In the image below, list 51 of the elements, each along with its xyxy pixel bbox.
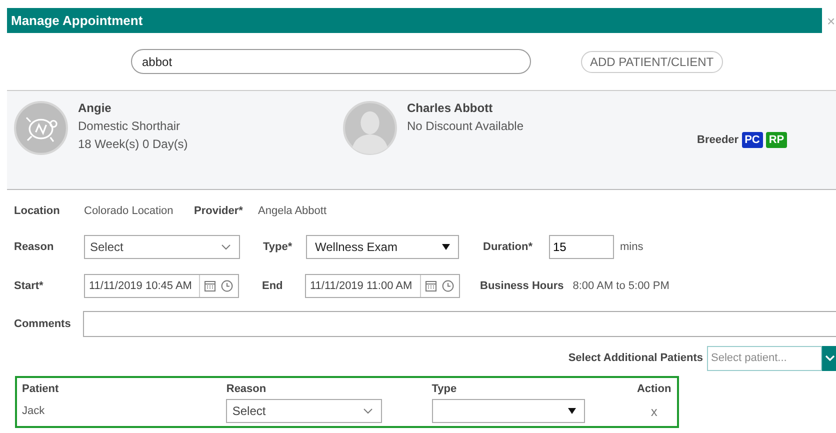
column-header: Action: [636, 383, 672, 395]
duration-field[interactable]: 15: [549, 235, 614, 259]
column-header: Patient: [22, 383, 60, 395]
chevron-down-icon: [363, 408, 374, 414]
column-header: Reason: [226, 383, 268, 395]
field-label: Select Additional Patients: [568, 352, 703, 364]
provider-value: Angela Abbott: [258, 205, 327, 217]
type-dropdown[interactable]: [432, 399, 585, 423]
chevron-down-icon: [824, 355, 834, 361]
discount-text: No Discount Available: [407, 119, 524, 133]
reason-dropdown[interactable]: Select: [84, 235, 240, 259]
location-value: Colorado Location: [84, 205, 174, 217]
start-datetime-field[interactable]: 11/11/2019 10:45 AM: [84, 274, 239, 298]
calendar-icon[interactable]: [425, 280, 437, 292]
field-label: Start*: [14, 280, 44, 292]
field-label: Location: [14, 205, 61, 217]
patient-breed: Domestic Shorthair: [78, 119, 182, 133]
clock-icon[interactable]: [221, 280, 233, 292]
duration-unit: mins: [620, 241, 644, 253]
field-label: End: [262, 280, 284, 292]
calendar-icon[interactable]: [204, 280, 216, 292]
comments-field[interactable]: [83, 311, 836, 337]
additional-patients-field[interactable]: Select patient...: [707, 346, 822, 370]
type-dropdown[interactable]: Wellness Exam: [306, 235, 459, 259]
client-badge: PC: [742, 132, 763, 148]
client-tag: Breeder: [697, 134, 739, 146]
caret-down-icon: [442, 244, 450, 250]
add-patient-button[interactable]: ADD PATIENT/CLIENT: [581, 50, 723, 72]
client-badge: RP: [766, 132, 788, 148]
patient-name: Angie: [78, 101, 112, 115]
clock-icon[interactable]: [442, 280, 454, 292]
window-title: Manage Appointment: [11, 13, 143, 28]
chevron-down-icon: [221, 244, 231, 250]
search-field[interactable]: abbot: [131, 49, 531, 74]
table-cell-text: Jack: [22, 405, 46, 417]
field-label: Reason: [14, 241, 55, 253]
remove-button[interactable]: x: [650, 404, 658, 418]
field-label: Business Hours: [480, 280, 564, 292]
reason-dropdown[interactable]: Select: [226, 399, 382, 423]
field-label: Type*: [263, 241, 294, 253]
caret-down-icon: [568, 408, 576, 414]
end-datetime-field[interactable]: 11/11/2019 11:00 AM: [305, 274, 460, 298]
business-hours-value: 8:00 AM to 5:00 PM: [572, 280, 670, 292]
field-label: Provider*: [194, 205, 244, 217]
field-label: Comments: [14, 318, 72, 330]
field-label: Duration*: [483, 241, 534, 253]
column-header: Type: [432, 383, 458, 395]
dropdown-button[interactable]: [822, 346, 836, 370]
person-avatar-icon: [343, 101, 397, 155]
patient-age: 18 Week(s) 0 Day(s): [78, 137, 188, 151]
client-name: Charles Abbott: [407, 101, 494, 115]
